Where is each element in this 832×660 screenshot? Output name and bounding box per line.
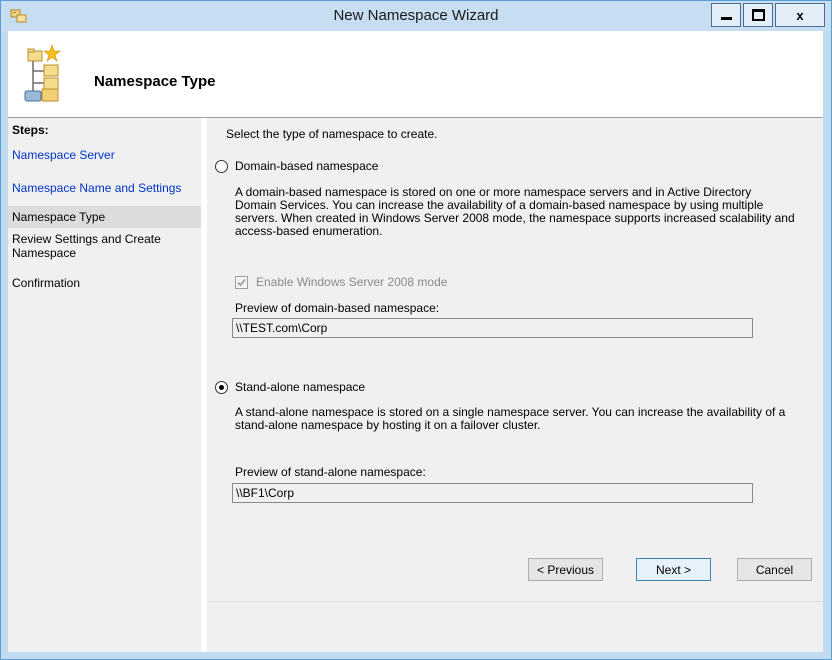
step-namespace-type: Namespace Type (8, 206, 201, 228)
standalone-radio[interactable] (215, 381, 228, 394)
wizard-window: New Namespace Wizard x Namespace Type St… (0, 0, 832, 660)
standalone-preview-field: \\BF1\Corp (232, 483, 753, 503)
close-button[interactable]: x (775, 3, 825, 27)
footer-divider (207, 601, 823, 602)
enable-2008-mode-label: Enable Windows Server 2008 mode (256, 275, 448, 289)
close-icon: x (796, 7, 804, 23)
steps-heading: Steps: (12, 123, 49, 137)
content-pane: Select the type of namespace to create. … (207, 118, 823, 652)
window-title: New Namespace Wizard (333, 7, 499, 24)
step-review-settings: Review Settings and Create Namespace (12, 232, 161, 260)
instruction-text: Select the type of namespace to create. (226, 127, 438, 141)
minimize-icon (720, 17, 732, 20)
domain-preview-label: Preview of domain-based namespace: (235, 301, 440, 315)
minimize-button[interactable] (711, 3, 741, 27)
page-title: Namespace Type (94, 73, 216, 90)
step-namespace-name-settings[interactable]: Namespace Name and Settings (12, 181, 198, 195)
domain-based-radio[interactable] (215, 160, 228, 173)
standalone-description: A stand-alone namespace is stored on a s… (235, 405, 786, 432)
steps-pane: Steps: Namespace Server Namespace Name a… (8, 118, 201, 652)
namespace-tree-icon (22, 43, 70, 105)
wizard-client-area: Namespace Type Steps: Namespace Server N… (8, 31, 823, 652)
radio-selected-dot (219, 385, 224, 390)
wizard-header: Namespace Type (8, 31, 823, 118)
title-bar[interactable]: New Namespace Wizard x (1, 1, 831, 31)
maximize-button[interactable] (743, 3, 773, 27)
standalone-preview-label: Preview of stand-alone namespace: (235, 465, 426, 479)
domain-preview-field: \\TEST.com\Corp (232, 318, 753, 338)
step-confirmation: Confirmation (12, 276, 81, 290)
maximize-icon (751, 9, 765, 21)
checkmark-icon (237, 278, 246, 287)
domain-based-description: A domain-based namespace is stored on on… (235, 185, 795, 238)
step-namespace-server[interactable]: Namespace Server (12, 148, 198, 162)
standalone-label[interactable]: Stand-alone namespace (235, 381, 365, 394)
previous-button[interactable]: < Previous (528, 558, 603, 581)
domain-based-label[interactable]: Domain-based namespace (235, 160, 378, 173)
cancel-button[interactable]: Cancel (737, 558, 812, 581)
enable-2008-mode-checkbox[interactable] (235, 276, 248, 289)
next-button[interactable]: Next > (636, 558, 711, 581)
